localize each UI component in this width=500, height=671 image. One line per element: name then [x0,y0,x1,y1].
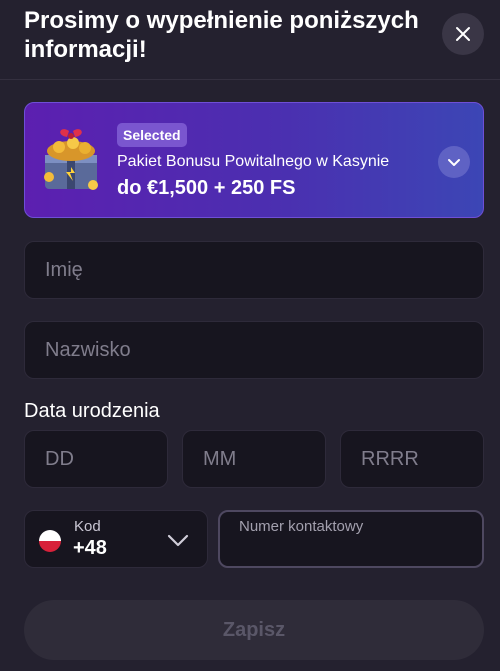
phone-code-value: +48 [73,537,107,559]
dob-day-input[interactable] [25,431,167,487]
last-name-field[interactable] [24,321,484,379]
chevron-down-icon [167,534,189,547]
dob-year-input[interactable] [341,431,483,487]
save-button[interactable]: Zapisz [24,600,484,660]
phone-number-field[interactable]: Numer kontaktowy [218,510,484,568]
treasure-chest-icon [44,129,98,190]
phone-number-label: Numer kontaktowy [239,518,364,535]
first-name-input[interactable] [25,242,483,298]
modal-header: Prosimy o wypełnienie poniższych informa… [0,0,500,80]
dob-month-input[interactable] [183,431,325,487]
chevron-down-icon [448,159,460,166]
registration-modal: Prosimy o wypełnienie poniższych informa… [0,0,500,671]
dob-day-field[interactable] [24,430,168,488]
phone-number-input[interactable] [238,540,468,562]
last-name-input[interactable] [25,322,483,378]
dob-label: Data urodzenia [24,400,160,422]
dob-month-field[interactable] [182,430,326,488]
first-name-field[interactable] [24,241,484,299]
modal-title: Prosimy o wypełnienie poniższych informa… [24,7,419,63]
dob-year-field[interactable] [340,430,484,488]
bonus-card[interactable]: Selected Pakiet Bonusu Powitalnego w Kas… [24,102,484,218]
phone-code-select[interactable]: Kod +48 [24,510,208,568]
bonus-amount: do €1,500 + 250 FS [117,177,296,199]
bonus-name: Pakiet Bonusu Powitalnego w Kasynie [117,153,390,170]
phone-code-label: Kod [74,518,101,535]
poland-flag-icon [39,530,61,552]
close-button[interactable] [442,13,484,55]
selected-badge: Selected [117,123,187,147]
close-icon [456,27,470,41]
bonus-toggle-button[interactable] [438,146,470,178]
